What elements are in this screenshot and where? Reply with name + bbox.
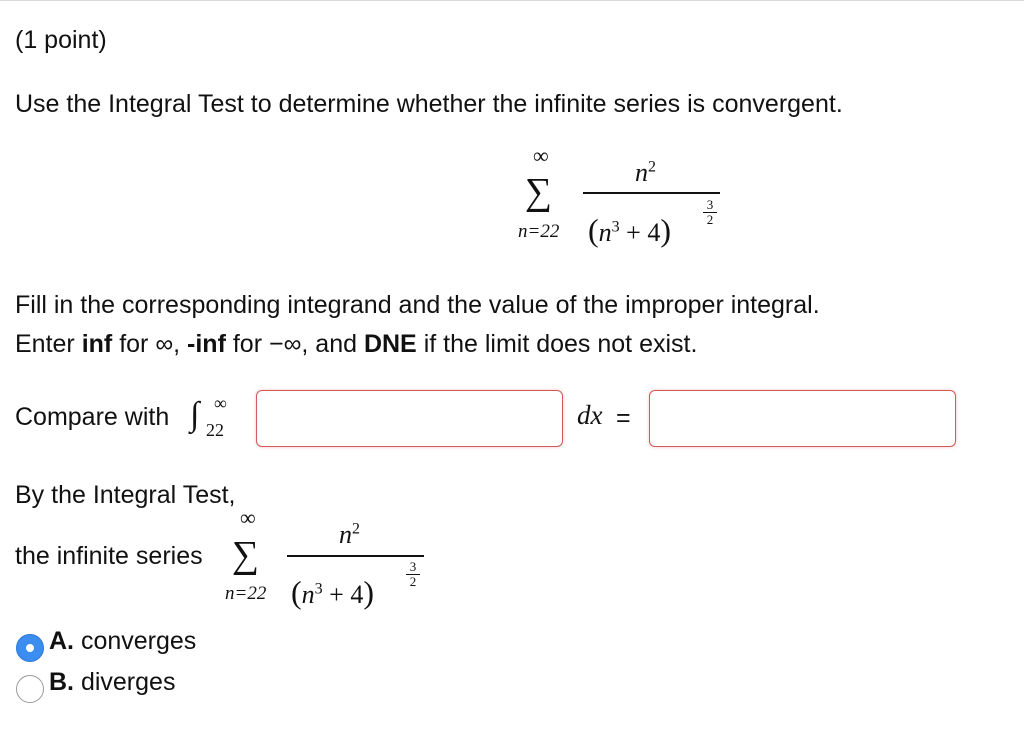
fraction-bar [583, 192, 720, 194]
denominator: (n3 + 4) [588, 212, 671, 248]
sum-upper-limit: ∞ [240, 505, 256, 530]
option-converges-label: A. converges [49, 627, 197, 655]
conclusion-line2: the infinite series [15, 542, 203, 570]
fraction-bar [287, 555, 424, 557]
sum-upper-limit: ∞ [533, 143, 549, 168]
sum-sigma: ∑ [525, 171, 553, 213]
integral-lower-limit: 22 [206, 420, 224, 440]
denominator: (n3 + 4) [291, 574, 374, 610]
sum-lower-limit: n=22 [518, 221, 560, 242]
compare-label: Compare with [15, 403, 170, 431]
radio-converges[interactable] [16, 634, 44, 662]
instruction-text: Use the Integral Test to determine wheth… [15, 90, 843, 118]
integral-value-input[interactable] [649, 390, 956, 447]
top-divider [0, 0, 1024, 1]
integrand-input[interactable] [256, 390, 563, 447]
conclusion-line1: By the Integral Test, [15, 481, 236, 509]
equals-sign: = [616, 404, 631, 432]
points-label: (1 point) [15, 26, 107, 54]
option-diverges-label: B. diverges [49, 668, 176, 696]
sum-sigma: ∑ [232, 534, 260, 576]
sum-lower-limit: n=22 [225, 583, 267, 604]
integral-sign: ∫ [190, 396, 200, 433]
dx-label: dx [577, 400, 603, 430]
integral-upper-limit: ∞ [214, 393, 227, 413]
radio-diverges[interactable] [16, 675, 44, 703]
outer-exponent: 32 [406, 560, 420, 589]
numerator: n2 [635, 158, 656, 187]
numerator: n2 [339, 520, 360, 549]
fill-instruction-line1: Fill in the corresponding integrand and … [15, 291, 820, 319]
fill-instruction-line2: Enter inf for ∞, -inf for −∞, and DNE if… [15, 330, 698, 358]
outer-exponent: 32 [703, 198, 717, 227]
